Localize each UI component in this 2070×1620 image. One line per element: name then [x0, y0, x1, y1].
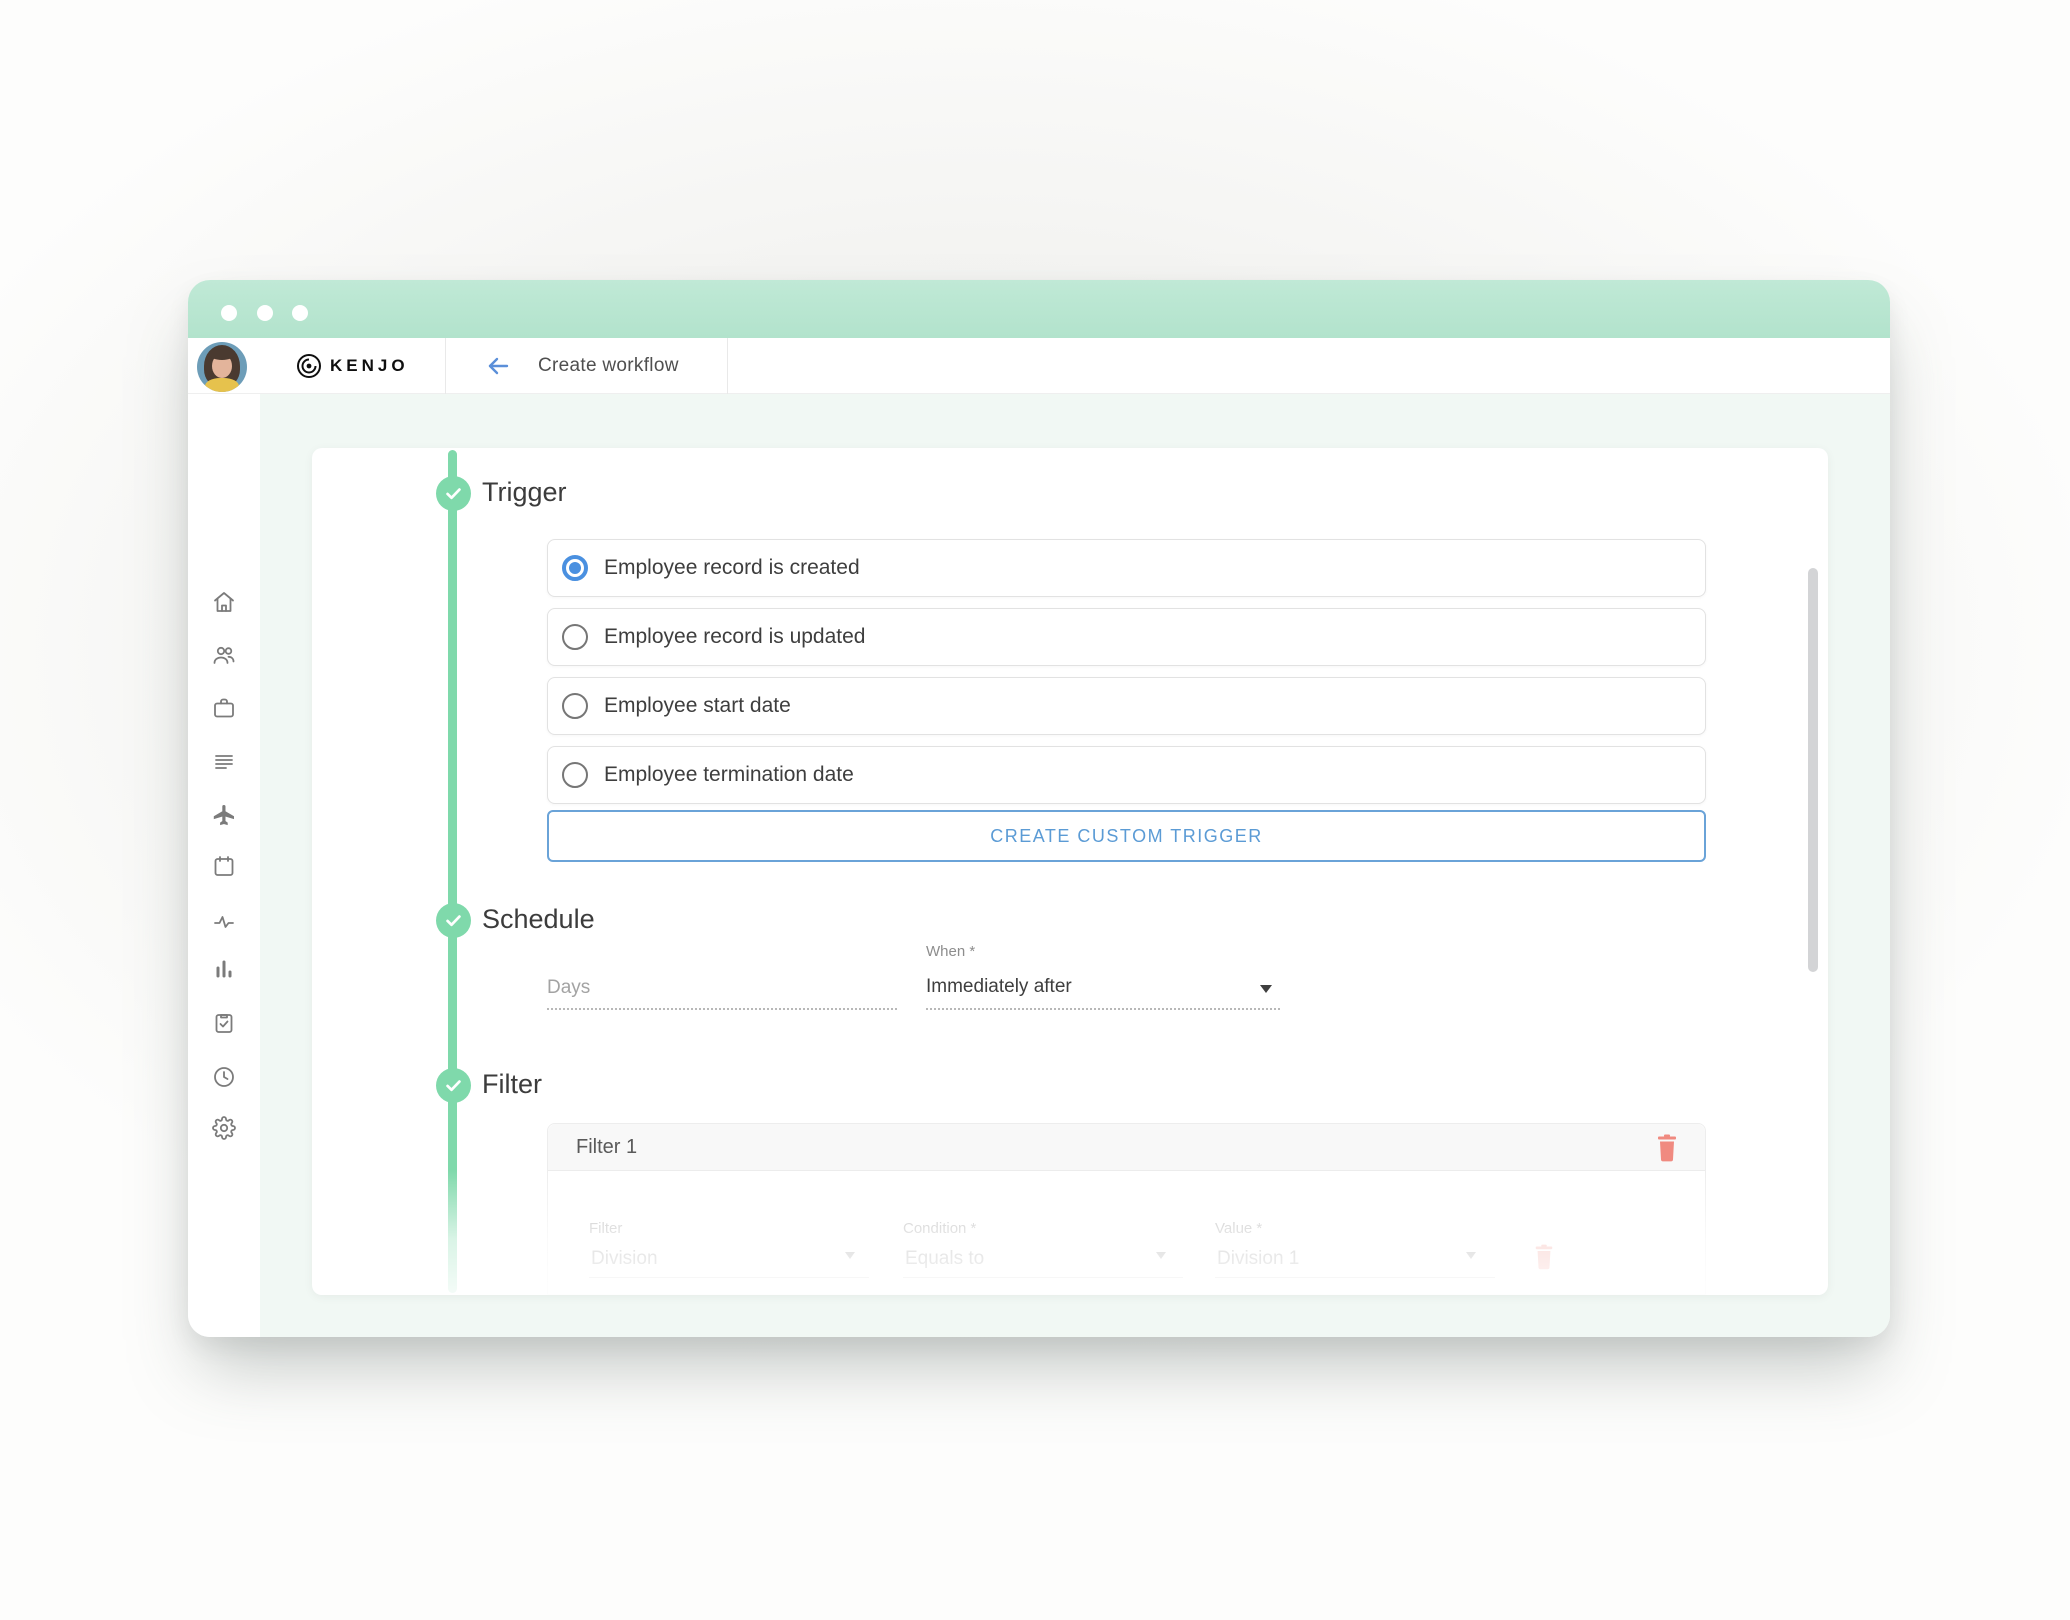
main-content: Trigger Employee record is created Emplo… — [260, 394, 1890, 1337]
days-field[interactable] — [547, 966, 897, 1010]
trigger-option-created[interactable]: Employee record is created — [547, 539, 1706, 597]
chevron-down-icon[interactable] — [845, 1252, 855, 1259]
filter-panel-header: Filter 1 — [548, 1124, 1705, 1171]
browser-titlebar — [188, 280, 1890, 338]
trigger-option-updated[interactable]: Employee record is updated — [547, 608, 1706, 666]
sidebar-item-reports[interactable] — [212, 957, 236, 981]
check-icon — [444, 1076, 463, 1095]
check-icon — [444, 911, 463, 930]
home-icon — [212, 590, 236, 614]
gear-icon — [212, 1116, 236, 1140]
field-underline — [926, 1008, 1280, 1010]
chevron-down-icon[interactable] — [1466, 1252, 1476, 1259]
sidebar-item-recruitment[interactable] — [212, 696, 236, 720]
traffic-light-dot[interactable] — [292, 305, 308, 321]
sidebar-item-employees[interactable] — [212, 643, 236, 667]
option-label: Employee record is created — [604, 556, 860, 580]
step-check-schedule — [436, 903, 471, 938]
option-label: Employee record is updated — [604, 625, 866, 649]
sidebar-item-records[interactable] — [212, 750, 236, 774]
clipboard-check-icon — [212, 1011, 236, 1035]
option-label: Employee start date — [604, 694, 791, 718]
activity-icon — [212, 910, 236, 934]
filter-column-label: Filter — [589, 1220, 622, 1237]
scrollbar-thumb[interactable] — [1808, 568, 1818, 972]
calendar-icon — [212, 854, 236, 878]
sidebar-item-tasks[interactable] — [212, 1011, 236, 1035]
sidebar-item-calendar[interactable] — [212, 854, 236, 878]
list-icon — [212, 750, 236, 774]
briefcase-icon — [212, 696, 236, 720]
header-divider — [445, 338, 446, 394]
sidebar-item-home[interactable] — [212, 590, 236, 614]
bar-chart-icon — [212, 957, 236, 981]
when-label: When * — [926, 943, 975, 960]
field-underline — [1215, 1277, 1495, 1278]
kenjo-logo: KENJO — [296, 338, 409, 394]
value-column-value[interactable]: Division 1 — [1217, 1248, 1299, 1270]
step-title-filter: Filter — [482, 1069, 542, 1100]
delete-filter-button[interactable] — [1655, 1134, 1679, 1162]
clock-icon — [212, 1065, 236, 1089]
people-icon — [212, 643, 236, 667]
create-custom-trigger-button[interactable]: CREATE CUSTOM TRIGGER — [547, 810, 1706, 862]
condition-column-value[interactable]: Equals to — [905, 1248, 984, 1270]
field-underline — [903, 1277, 1183, 1278]
traffic-light-dot[interactable] — [257, 305, 273, 321]
radio-selected-icon[interactable] — [562, 555, 588, 581]
when-value: Immediately after — [926, 976, 1072, 998]
workflow-card: Trigger Employee record is created Emplo… — [312, 448, 1828, 1295]
app-window: KENJO Create workflow — [188, 280, 1890, 1337]
avatar-body — [205, 378, 239, 392]
page-title: Create workflow — [538, 338, 679, 394]
delete-filter-row-button[interactable] — [1533, 1244, 1557, 1272]
traffic-light-dot[interactable] — [221, 305, 237, 321]
sidebar-item-settings[interactable] — [212, 1116, 236, 1140]
step-title-schedule: Schedule — [482, 904, 595, 935]
sidebar-item-performance[interactable] — [212, 910, 236, 934]
avatar[interactable] — [197, 342, 247, 392]
header-divider — [727, 338, 728, 394]
field-underline — [547, 1008, 897, 1010]
value-column-label: Value * — [1215, 1220, 1262, 1237]
kenjo-logo-icon — [296, 353, 322, 379]
radio-icon[interactable] — [562, 624, 588, 650]
filter-column-value[interactable]: Division — [591, 1248, 658, 1270]
filter-panel-title: Filter 1 — [576, 1124, 637, 1171]
workflow-timeline — [448, 450, 457, 1293]
sidebar — [188, 394, 260, 1337]
radio-icon[interactable] — [562, 693, 588, 719]
step-title-trigger: Trigger — [482, 477, 567, 508]
check-icon — [444, 484, 463, 503]
radio-icon[interactable] — [562, 762, 588, 788]
filter-panel: Filter 1 Filter Division Condition * Equ… — [547, 1123, 1706, 1295]
step-check-trigger — [436, 476, 471, 511]
sidebar-item-attendance[interactable] — [212, 1065, 236, 1089]
trash-icon — [1533, 1244, 1555, 1270]
chevron-down-icon[interactable] — [1260, 985, 1272, 993]
when-select[interactable]: Immediately after — [926, 966, 1280, 1010]
step-check-filter — [436, 1068, 471, 1103]
days-input[interactable] — [547, 966, 897, 1010]
sidebar-item-time-off[interactable] — [212, 803, 236, 827]
option-label: Employee termination date — [604, 763, 854, 787]
field-underline — [589, 1277, 869, 1278]
trigger-option-start-date[interactable]: Employee start date — [547, 677, 1706, 735]
brand-name: KENJO — [330, 356, 409, 376]
trash-icon — [1655, 1134, 1679, 1162]
avatar-fringe — [209, 348, 235, 360]
trigger-option-termination-date[interactable]: Employee termination date — [547, 746, 1706, 804]
back-button[interactable] — [486, 354, 510, 378]
chevron-down-icon[interactable] — [1156, 1252, 1166, 1259]
app-header: KENJO Create workflow — [188, 338, 1890, 394]
arrow-left-icon — [486, 354, 510, 378]
airplane-icon — [212, 803, 236, 827]
condition-column-label: Condition * — [903, 1220, 976, 1237]
